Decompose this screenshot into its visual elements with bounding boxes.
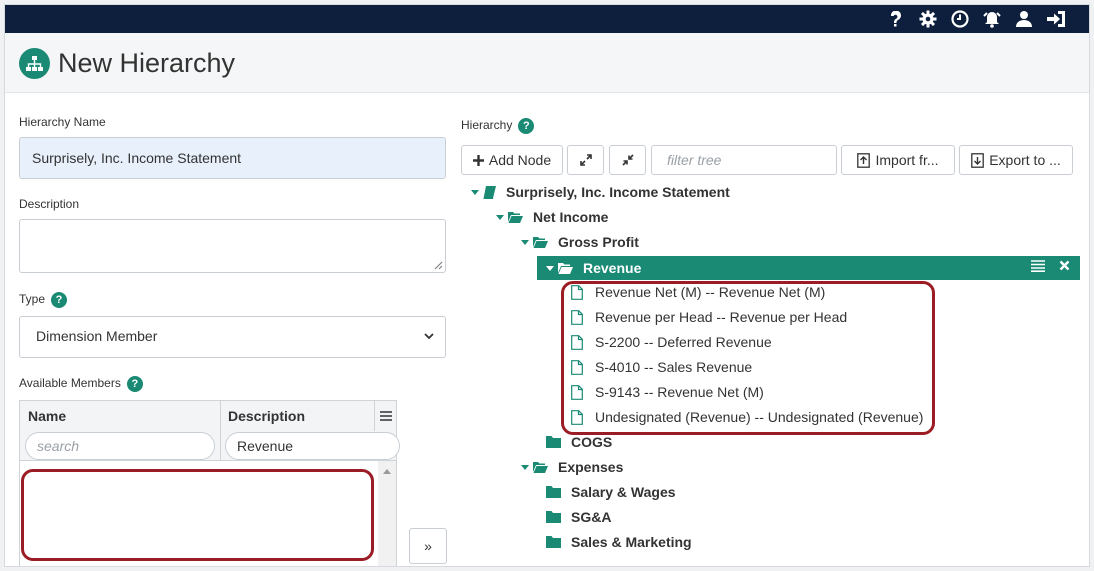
help-icon[interactable] xyxy=(885,8,907,30)
tree-node-label: COGS xyxy=(571,434,613,450)
book-icon xyxy=(483,185,496,199)
tree-node-label: Gross Profit xyxy=(558,234,639,250)
tree-node-label: Surprisely, Inc. Income Statement xyxy=(506,184,730,200)
folder-icon xyxy=(546,436,561,448)
list-icon[interactable] xyxy=(1031,260,1045,272)
type-selected-value: Dimension Member xyxy=(36,328,158,344)
hierarchy-help-icon[interactable]: ? xyxy=(518,118,535,134)
available-members-label: Available Members xyxy=(19,376,121,391)
highlight-box-empty-results xyxy=(21,469,374,561)
available-members-label-row: Available Members? xyxy=(19,376,143,392)
add-node-button[interactable]: Add Node xyxy=(461,145,563,175)
export-button[interactable]: Export to ... xyxy=(959,145,1073,175)
tree-node-label: SG&A xyxy=(571,509,612,525)
caret-down-icon[interactable] xyxy=(521,239,529,245)
tree-node-expense-folder[interactable]: Salary & Wages xyxy=(546,481,676,503)
folder-open-icon xyxy=(533,237,548,248)
hierarchy-label-row: Hierarchy? xyxy=(461,118,535,134)
grid-scrollbar[interactable] xyxy=(378,461,396,566)
tree-node-revenue[interactable]: Revenue xyxy=(546,257,641,279)
chevron-down-icon xyxy=(424,333,434,340)
column-divider xyxy=(220,401,221,461)
sign-out-icon[interactable] xyxy=(1045,8,1067,30)
page-header: New Hierarchy xyxy=(5,33,1089,93)
type-label: Type xyxy=(19,292,46,307)
highlight-box-revenue-members xyxy=(561,281,935,435)
caret-down-icon[interactable] xyxy=(546,265,554,271)
expand-icon xyxy=(579,154,592,166)
node-actions xyxy=(1031,260,1070,272)
add-to-hierarchy-button[interactable]: » xyxy=(409,528,447,564)
caret-down-icon[interactable] xyxy=(496,214,504,220)
export-label: Export to ... xyxy=(989,152,1061,168)
name-search-input[interactable]: search xyxy=(25,432,215,460)
tree-node-cogs[interactable]: COGS xyxy=(546,431,612,453)
plus-icon xyxy=(472,154,484,166)
gear-icon[interactable] xyxy=(917,8,939,30)
tree-node-gross-profit[interactable]: Gross Profit xyxy=(521,231,639,253)
tree-node-label: Sales & Marketing xyxy=(571,534,692,550)
tree-node-expenses[interactable]: Expenses xyxy=(521,456,623,478)
hierarchy-label: Hierarchy xyxy=(461,118,513,133)
description-field[interactable] xyxy=(19,219,446,273)
tree-node-net-income[interactable]: Net Income xyxy=(496,206,608,228)
tree-node-expense-folder[interactable]: SG&A xyxy=(546,506,611,528)
description-search-input[interactable]: Revenue xyxy=(225,432,400,460)
type-help-icon[interactable]: ? xyxy=(51,292,68,308)
app-window: New Hierarchy Hierarchy Name Surprisely,… xyxy=(4,4,1090,567)
column-menu-icon[interactable] xyxy=(374,401,396,431)
available-members-help-icon[interactable]: ? xyxy=(126,376,143,392)
tree-node-revenue-selected[interactable]: Revenue xyxy=(537,256,1080,280)
folder-icon xyxy=(546,536,561,548)
user-icon[interactable] xyxy=(1013,8,1035,30)
hierarchy-name-label: Hierarchy Name xyxy=(19,115,106,129)
hierarchy-icon xyxy=(19,48,50,79)
add-node-label: Add Node xyxy=(488,152,552,168)
export-icon xyxy=(971,152,985,168)
tree-node-label: Net Income xyxy=(533,209,609,225)
filter-tree-input[interactable]: filter tree xyxy=(651,145,837,175)
import-label: Import fr... xyxy=(875,152,939,168)
type-label-row: Type? xyxy=(19,292,68,308)
caret-down-icon[interactable] xyxy=(471,189,479,195)
clock-icon[interactable] xyxy=(949,8,971,30)
hierarchy-name-field[interactable]: Surprisely, Inc. Income Statement xyxy=(19,137,446,179)
import-icon xyxy=(857,152,871,168)
top-navbar xyxy=(5,5,1089,33)
folder-open-icon xyxy=(533,462,548,473)
tree-node-label: Salary & Wages xyxy=(571,484,676,500)
close-icon[interactable] xyxy=(1059,260,1070,271)
folder-icon xyxy=(546,486,561,498)
alarm-icon[interactable] xyxy=(981,8,1003,30)
tree-node-label: Revenue xyxy=(583,260,642,276)
folder-icon xyxy=(546,511,561,523)
compress-icon xyxy=(621,154,634,166)
tree-node-label: Expenses xyxy=(558,459,624,475)
import-button[interactable]: Import fr... xyxy=(841,145,955,175)
expand-all-button[interactable] xyxy=(567,145,604,175)
column-header-name[interactable]: Name xyxy=(28,408,66,424)
folder-open-icon xyxy=(558,263,573,274)
column-header-description[interactable]: Description xyxy=(228,408,305,424)
scroll-up-icon[interactable] xyxy=(383,469,391,474)
type-select[interactable]: Dimension Member xyxy=(19,316,446,358)
folder-open-icon xyxy=(508,212,523,223)
tree-node-root[interactable]: Surprisely, Inc. Income Statement xyxy=(471,181,730,203)
collapse-all-button[interactable] xyxy=(609,145,646,175)
page-title: New Hierarchy xyxy=(58,48,236,78)
caret-down-icon[interactable] xyxy=(521,464,529,470)
grid-header: Name Description search Revenue xyxy=(20,401,400,461)
tree-node-expense-folder[interactable]: Sales & Marketing xyxy=(546,531,692,553)
description-label: Description xyxy=(19,197,80,211)
resize-handle-icon[interactable] xyxy=(434,261,443,270)
